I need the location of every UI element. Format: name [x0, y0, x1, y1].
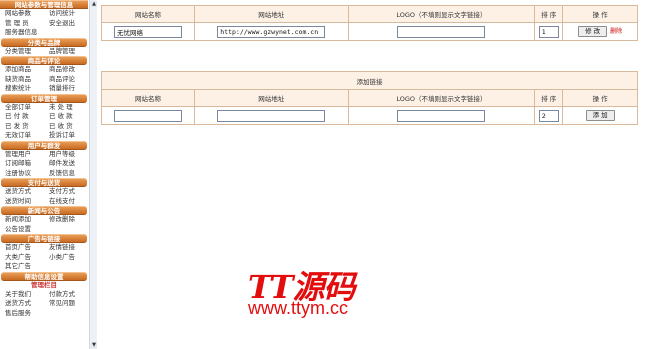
sidebar-section-header: 管理栏目: [1, 280, 87, 290]
sidebar-item[interactable]: 注册协议: [0, 169, 44, 179]
add-table-header-row: 网站名称 网站地址 LOGO（不填则显示文字链接） 排 序 操 作: [101, 89, 638, 107]
header-site-name: 网站名称: [101, 5, 195, 23]
sidebar-item[interactable]: 在线支付: [44, 197, 88, 207]
sidebar-section-items: 关于我们 付款方式 送货方式 常见问题 售后服务: [0, 290, 88, 319]
header-site-name: 网站名称: [101, 89, 195, 107]
sidebar-item[interactable]: 服务器信息: [0, 28, 44, 38]
new-sort-input[interactable]: [538, 109, 559, 122]
header-operation: 操 作: [562, 89, 638, 107]
links-table: 网站名称 网站地址 LOGO（不填则显示文字链接） 排 序 操 作 修 改删除: [101, 5, 638, 41]
sidebar-section-items: 首页广告 友情链接 大类广告 小类广告 其它广告: [0, 243, 88, 272]
sidebar-item[interactable]: 反馈信息: [44, 169, 88, 179]
sidebar-item[interactable]: 销量排行: [44, 84, 88, 94]
sidebar-item[interactable]: 送货方式: [0, 299, 44, 309]
sidebar-item[interactable]: 访问统计: [44, 9, 88, 19]
sidebar-item[interactable]: 商品评论: [44, 75, 88, 85]
watermark-url: www.ttym.cc: [248, 298, 349, 318]
sidebar-item[interactable]: 投诉订单: [44, 131, 88, 141]
header-sort: 排 序: [534, 5, 564, 23]
sidebar-item[interactable]: 修改删除: [44, 215, 88, 225]
sidebar-item[interactable]: 品牌管理: [44, 47, 88, 57]
sidebar: 网站参数与管理信息 网站参数 访问统计管 理 员安全退出 服务器信息 分类与品牌 分类管理…: [0, 0, 88, 349]
header-operation: 操 作: [562, 5, 638, 23]
sidebar-section-header: 广告与链接: [1, 234, 87, 243]
sidebar-item[interactable]: 公告设置: [0, 225, 44, 235]
main-content: 网站名称 网站地址 LOGO（不填则显示文字链接） 排 序 操 作 修 改删除 …: [101, 5, 639, 125]
add-link-table: 添加链接 网站名称 网站地址 LOGO（不填则显示文字链接） 排 序 操 作 添…: [101, 71, 638, 125]
sidebar-item[interactable]: 其它广告: [0, 262, 44, 272]
sidebar-section-header: 订单管理: [1, 93, 87, 103]
sidebar-item[interactable]: 大类广告: [0, 253, 44, 263]
sidebar-item[interactable]: 关于我们: [0, 290, 44, 300]
sidebar-item[interactable]: 用户等级: [44, 150, 88, 160]
sidebar-section-header: 支付与送货: [1, 178, 87, 187]
sidebar-item[interactable]: 缺货商品: [0, 75, 44, 85]
scroll-down-arrow-icon[interactable]: ▼: [91, 342, 97, 348]
site-name-input[interactable]: [113, 25, 182, 38]
sidebar-item[interactable]: 添加商品: [0, 65, 44, 75]
sidebar-item[interactable]: 无效订单: [0, 131, 44, 141]
sidebar-section-items: 添加商品 商品修改 缺货商品 商品评论 搜索统计 销量排行: [0, 65, 88, 94]
sidebar-item[interactable]: 已 发 货: [0, 122, 44, 132]
table-row: 添 加: [101, 106, 638, 125]
delete-link[interactable]: 删除: [610, 28, 622, 35]
edit-button[interactable]: 修 改: [578, 26, 608, 37]
header-logo: LOGO（不填则显示文字链接）: [347, 5, 536, 23]
add-link-title: 添加链接: [101, 71, 638, 90]
sidebar-item[interactable]: 送货时间: [0, 197, 44, 207]
sidebar-item[interactable]: 送货方式: [0, 187, 44, 197]
sidebar-item[interactable]: 友情链接: [44, 243, 88, 253]
sidebar-item[interactable]: 已 付 款: [0, 112, 44, 122]
logo-input[interactable]: [397, 25, 486, 38]
sidebar-item[interactable]: 订阅邮箱: [0, 159, 44, 169]
links-table-header-row: 网站名称 网站地址 LOGO（不填则显示文字链接） 排 序 操 作: [101, 5, 638, 23]
watermark: TT源码 www.ttym.cc: [248, 262, 398, 326]
sidebar-item[interactable]: 商品修改: [44, 65, 88, 75]
sidebar-section-items: 分类管理 品牌管理: [0, 47, 88, 57]
new-site-name-input[interactable]: [113, 109, 182, 122]
sidebar-item[interactable]: 安全退出: [44, 19, 88, 29]
sidebar-section-items: 全部订单未 处 理已 付 款已 收 款已 发 货已 收 货无效订单 投诉订单: [0, 103, 88, 141]
header-sort: 排 序: [534, 89, 564, 107]
add-button[interactable]: 添 加: [585, 110, 615, 121]
sidebar-item[interactable]: 管 理 员: [0, 19, 44, 29]
scroll-up-arrow-icon[interactable]: ▲: [91, 1, 97, 7]
sidebar-item[interactable]: 已 收 款: [44, 112, 88, 122]
sidebar-item[interactable]: 网站参数: [0, 9, 44, 19]
header-logo: LOGO（不填则显示文字链接）: [347, 89, 536, 107]
new-logo-input[interactable]: [397, 109, 486, 122]
new-site-url-input[interactable]: [217, 109, 326, 122]
sidebar-item[interactable]: 新闻添加: [0, 215, 44, 225]
header-site-url: 网站地址: [193, 89, 349, 107]
sidebar-item[interactable]: 分类管理: [0, 47, 44, 57]
sidebar-item[interactable]: 支付方式: [44, 187, 88, 197]
site-url-input[interactable]: [217, 25, 326, 38]
sidebar-item[interactable]: 已 收 货: [44, 122, 88, 132]
sidebar-section-items: 管理用户 用户等级 订阅邮箱 邮件发送 注册协议 反馈信息: [0, 150, 88, 179]
sidebar-item[interactable]: 付款方式: [44, 290, 88, 300]
sort-input[interactable]: [538, 25, 559, 38]
header-site-url: 网站地址: [193, 5, 349, 23]
sidebar-section-items: 新闻添加 修改删除 公告设置: [0, 215, 88, 234]
sidebar-scrollbar[interactable]: ▲ ▼: [89, 0, 97, 349]
sidebar-section-header: 帮助信息设置: [1, 271, 87, 281]
sidebar-section-header: 用户与群发: [1, 140, 87, 150]
table-row: 修 改删除: [101, 22, 638, 41]
sidebar-item[interactable]: 邮件发送: [44, 159, 88, 169]
sidebar-item[interactable]: 售后服务: [0, 309, 44, 319]
sidebar-section-header: 分类与品牌: [1, 37, 87, 47]
sidebar-item[interactable]: 小类广告: [44, 253, 88, 263]
sidebar-section-items: 网站参数 访问统计管 理 员安全退出 服务器信息: [0, 9, 88, 38]
sidebar-section-header: 商品与评论: [1, 56, 87, 65]
sidebar-item[interactable]: 首页广告: [0, 243, 44, 253]
sidebar-section-header: 网站参数与管理信息: [0, 0, 88, 9]
sidebar-section-items: 送货方式 支付方式 送货时间 在线支付: [0, 187, 88, 206]
sidebar-item[interactable]: 管理用户: [0, 150, 44, 160]
sidebar-section-header: 新闻与公告: [1, 206, 87, 215]
sidebar-item[interactable]: 全部订单: [0, 103, 44, 113]
sidebar-item[interactable]: 搜索统计: [0, 84, 44, 94]
sidebar-item[interactable]: 未 处 理: [44, 103, 88, 113]
sidebar-item[interactable]: 常见问题: [44, 299, 88, 309]
